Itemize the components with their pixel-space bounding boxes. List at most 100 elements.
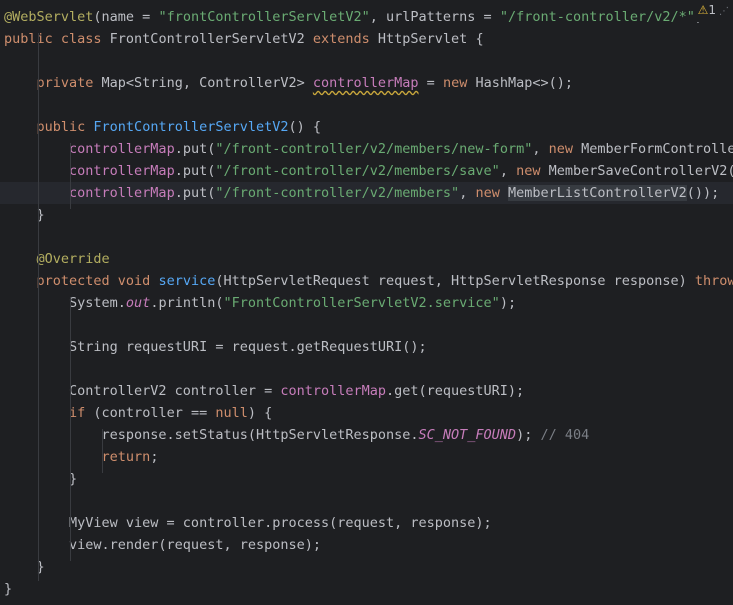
code-token: throws [694,273,733,289]
code-token: .put( [174,141,216,157]
code-line[interactable]: controllerMap.put("/front-controller/v2/… [0,160,733,182]
code-token: System. [4,295,126,311]
code-line[interactable]: private Map<String, ControllerV2> contro… [0,72,733,94]
code-token: MemberListControllerV2 [507,185,687,201]
code-token: ); [499,295,517,311]
code-line[interactable]: } [0,556,733,578]
code-token: .put( [174,185,216,201]
code-line[interactable]: return; [0,446,733,468]
code-token: protected void [36,273,159,289]
code-token: controllerMap [69,185,175,201]
code-line[interactable]: controllerMap.put("/front-controller/v2/… [0,138,733,160]
code-line[interactable]: MyView view = controller.process(request… [0,512,733,534]
code-token: "frontControllerServletV2" [158,9,370,25]
code-token: "/front-controller/v2/members/save" [215,163,500,179]
code-line[interactable]: } [0,468,733,490]
code-token: .put( [174,163,216,179]
code-token: "/front-controller/v2/members/new-form" [215,141,533,157]
code-token: extends [312,31,378,47]
code-token: null [215,405,248,421]
code-line[interactable] [0,314,733,336]
code-token: new [475,185,508,201]
code-token: MemberFormControllerV2()); [581,141,733,157]
code-token: controllerMap [69,141,175,157]
code-line[interactable]: response.setStatus(HttpServletResponse.S… [0,424,733,446]
code-token: return [101,449,151,465]
indent-guide [38,33,39,581]
code-line[interactable]: public class FrontControllerServletV2 ex… [0,28,733,50]
code-token: service [158,273,216,289]
code-line[interactable] [0,226,733,248]
code-token: } [4,581,13,597]
code-token: (controller == [93,405,216,421]
code-line[interactable]: @WebServlet(name = "frontControllerServl… [0,6,733,28]
code-token: @Override [36,251,110,267]
indent-guide [70,297,71,561]
code-token: ) { [247,405,273,421]
code-line[interactable]: protected void service(HttpServletReques… [0,270,733,292]
code-token: public class [4,31,110,47]
code-token: "/front-controller/v2/*" [499,9,695,25]
code-token: if [69,405,94,421]
code-token: Map<String, ControllerV2> [101,75,313,91]
code-token: () { [288,119,322,135]
code-token: private [36,75,102,91]
code-token: , [499,163,517,179]
code-token: (name = [93,9,159,25]
code-line[interactable]: view.render(request, response); [0,534,733,556]
code-token: } [4,471,78,487]
indent-guide [70,143,71,209]
code-token: FrontControllerServletV2 [109,31,313,47]
code-line[interactable]: } [0,578,733,600]
code-token: @WebServlet [4,9,94,25]
code-token: controllerMap [312,75,419,91]
code-line[interactable]: ControllerV2 controller = controllerMap.… [0,380,733,402]
code-token: public [36,119,94,135]
code-token: FrontControllerServletV2 [93,119,289,135]
warning-triangle-icon: ⚠ [697,3,709,17]
code-line[interactable]: @Override [0,248,733,270]
more-icon[interactable]: ⋰ [719,6,729,17]
code-token: response.setStatus(HttpServletResponse. [4,427,419,443]
code-line[interactable]: controllerMap.put("/front-controller/v2/… [0,182,733,204]
code-token: MemberSaveControllerV2()); [548,163,733,179]
code-token: new [548,141,582,157]
code-line[interactable]: String requestURI = request.getRequestUR… [0,336,733,358]
code-token: , urlPatterns = [369,9,500,25]
code-token: new [442,75,476,91]
code-token: controllerMap [69,163,175,179]
code-token: MyView view = controller.process(request… [4,515,492,531]
code-token: (HttpServletRequest request, HttpServlet… [215,273,695,289]
warning-count: 1 [708,3,716,17]
code-line[interactable]: if (controller == null) { [0,402,733,424]
code-line[interactable] [0,490,733,512]
code-token: .println( [150,295,224,311]
code-token: // 404 [540,427,590,443]
code-token: , [532,141,549,157]
code-token: String requestURI = request.getRequestUR… [4,339,427,355]
inspection-widget[interactable]: ⚠1 ⋰ [693,0,733,22]
code-token: HashMap<>(); [475,75,573,91]
code-line[interactable]: } [0,204,733,226]
code-token: ()); [686,185,720,201]
code-line[interactable]: public FrontControllerServletV2() { [0,116,733,138]
code-line[interactable] [0,358,733,380]
code-line[interactable] [0,50,733,72]
indent-guide [102,429,103,473]
code-line[interactable]: System.out.println("FrontControllerServl… [0,292,733,314]
code-token: .get(requestURI); [386,383,525,399]
code-token: view.render(request, response); [4,537,321,553]
code-token: new [516,163,549,179]
code-token: SC_NOT_FOUND [418,427,517,443]
code-editor[interactable]: @WebServlet(name = "frontControllerServl… [0,0,733,605]
code-line[interactable] [0,94,733,116]
